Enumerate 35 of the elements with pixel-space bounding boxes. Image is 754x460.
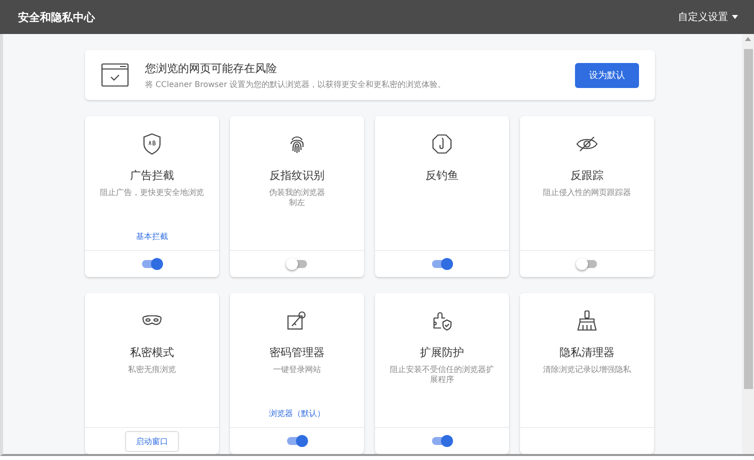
banner-title: 您浏览的网页可能存在风险 (145, 60, 278, 76)
toggle-switch[interactable] (431, 257, 453, 271)
feature-description: 私密无痕浏览 (128, 365, 176, 375)
feature-description: 伪装我的浏览器 制左 (269, 188, 325, 208)
brush-icon (575, 309, 599, 333)
mode-link[interactable]: 浏览器（默认） (269, 408, 325, 419)
browser-window-icon (101, 63, 129, 87)
hook-icon (430, 132, 454, 156)
feature-description: 一键登录网站 (273, 365, 321, 375)
feature-description: 阻止侵入性的网页跟踪器 (543, 188, 631, 198)
set-default-button[interactable]: 设为默认 (575, 62, 639, 88)
feature-title: 扩展防护 (420, 345, 464, 360)
toggle-switch[interactable] (431, 434, 453, 448)
caret-icon (732, 15, 738, 19)
feature-description: 阻止安装不受信任的浏览器扩 展程序 (390, 365, 494, 385)
toggle-switch[interactable] (576, 257, 598, 271)
scroll-up-icon[interactable] (745, 37, 751, 41)
toggle-switch[interactable] (141, 257, 163, 271)
feature-title: 反钓鱼 (426, 168, 458, 183)
feature-title: 私密模式 (130, 345, 174, 360)
settings-menu[interactable]: 自定义设置 (678, 10, 738, 24)
banner-text: 将 CCleaner Browser 设置为您的默认浏览器，以获得更安全和更私密的浏览体验。 (145, 78, 447, 90)
feature-title: 广告拦截 (130, 168, 174, 183)
page-title: 安全和隐私中心 (18, 10, 95, 24)
feature-title: 隐私清理器 (560, 345, 614, 360)
mode-link[interactable]: 基本拦截 (136, 231, 168, 242)
feature-description: 阻止广告，更快更安全地浏览 (100, 188, 204, 198)
toggle-switch[interactable] (286, 434, 308, 448)
feature-description: 清除浏览记录以增强隐私 (543, 365, 631, 375)
scrollbar[interactable] (742, 34, 754, 454)
feature-title: 反跟踪 (570, 168, 604, 183)
launch-window-button[interactable]: 启动窗口 (125, 430, 179, 452)
feature-title: 密码管理器 (270, 345, 324, 360)
feature-title: 反指纹识别 (270, 168, 324, 183)
toggle-switch[interactable] (286, 257, 308, 271)
